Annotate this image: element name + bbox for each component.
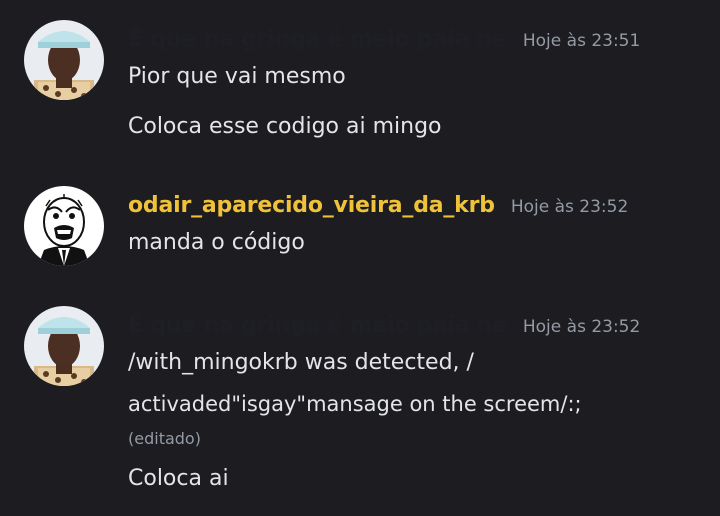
username[interactable]: É que na gringa é meio paia ne	[128, 313, 507, 338]
tyler-avatar-image	[24, 20, 104, 100]
timestamp[interactable]: Hoje às 23:52	[511, 197, 628, 217]
tyler-avatar-image	[24, 306, 104, 386]
message-header: É que na gringa é meio paia ne Hoje às 2…	[128, 27, 640, 52]
timestamp[interactable]: Hoje às 23:51	[523, 31, 640, 51]
message-header: É que na gringa é meio paia ne Hoje às 2…	[128, 313, 640, 338]
user-avatar[interactable]	[24, 186, 104, 266]
message-text: activaded"isgay"mansage on the screem/:;	[128, 392, 582, 416]
message-text: Coloca esse codigo ai mingo	[128, 114, 442, 139]
message-text: Pior que vai mesmo	[128, 64, 346, 89]
rage-face-avatar-image	[24, 186, 104, 266]
username[interactable]: odair_aparecido_vieira_da_krb	[128, 193, 495, 218]
username[interactable]: É que na gringa é meio paia ne	[128, 27, 507, 52]
message-text: /with_mingokrb was detected, /	[128, 350, 474, 375]
user-avatar[interactable]	[24, 306, 104, 386]
message-text: Coloca ai	[128, 466, 229, 491]
message-header: odair_aparecido_vieira_da_krb Hoje às 23…	[128, 193, 628, 218]
message-text: manda o código	[128, 230, 305, 255]
user-avatar[interactable]	[24, 20, 104, 100]
edited-label: (editado)	[128, 429, 201, 448]
timestamp[interactable]: Hoje às 23:52	[523, 317, 640, 337]
